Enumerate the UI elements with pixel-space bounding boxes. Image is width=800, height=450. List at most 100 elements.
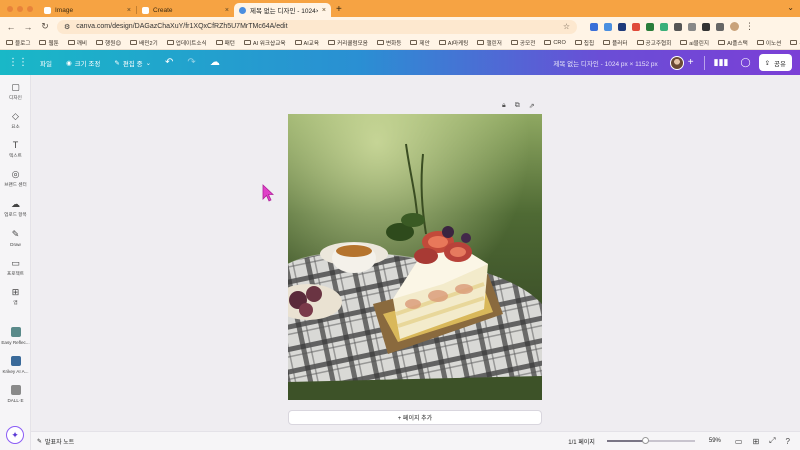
sidebar-item-design[interactable]: ▢ 디자인 bbox=[0, 83, 31, 101]
bookmark-item[interactable]: 제안 bbox=[410, 39, 430, 47]
bookmark-item[interactable]: 블로그 bbox=[6, 39, 30, 47]
canvas-area[interactable]: 🔒︎ ⧉ ⇗ + 페이지 추가 bbox=[32, 75, 800, 431]
bookmark-label: 배민2기 bbox=[139, 40, 158, 47]
undo-icon[interactable]: ↶ bbox=[165, 57, 173, 68]
zoom-slider[interactable] bbox=[606, 437, 695, 444]
duplicate-page-icon[interactable]: ⧉ bbox=[515, 102, 520, 110]
bookmark-item[interactable]: 플러터 bbox=[603, 39, 628, 47]
extensions-puzzle-icon[interactable] bbox=[716, 22, 724, 31]
bookmark-item[interactable]: AI플스택 bbox=[718, 39, 748, 47]
cloud-save-icon[interactable]: ☁ bbox=[210, 57, 220, 68]
help-icon[interactable]: ? bbox=[786, 437, 790, 446]
invite-plus-icon[interactable]: + bbox=[688, 57, 694, 68]
mouse-cursor-icon bbox=[262, 184, 274, 202]
share-upload-icon: ⇪ bbox=[764, 59, 771, 67]
design-icon: ▢ bbox=[11, 82, 20, 92]
collaborator-avatar[interactable] bbox=[669, 55, 684, 70]
sidebar-item-apps[interactable]: ⊞ 앱 bbox=[0, 288, 31, 306]
sidebar-item-upload[interactable]: ☁ 업로드 항목 bbox=[0, 200, 31, 218]
bookmark-item[interactable]: 변화등 bbox=[376, 39, 401, 47]
bookmark-item[interactable]: 업데이트소식 bbox=[166, 39, 207, 47]
extension-icon[interactable] bbox=[604, 22, 612, 31]
sidebar-item-dalle-app[interactable]: DALL·E bbox=[0, 385, 31, 403]
bookmark-item[interactable]: ai블린지 bbox=[680, 39, 709, 47]
new-tab-icon[interactable]: + bbox=[336, 4, 342, 15]
canva-menu-icon[interactable]: ⋮⋮ bbox=[8, 57, 28, 68]
share-button[interactable]: ⇪ 공유 bbox=[758, 54, 792, 71]
extension-icon[interactable] bbox=[660, 22, 668, 31]
magic-sparkle-icon[interactable]: ✦ bbox=[6, 426, 24, 444]
analytics-chart-icon[interactable]: ▮▮▮ bbox=[714, 57, 729, 68]
sidebar-item-elements[interactable]: ◇ 요소 bbox=[0, 112, 31, 130]
sidebar-item-text[interactable]: T 텍스트 bbox=[0, 141, 31, 159]
resize-button[interactable]: ◉ 크기 조정 bbox=[66, 58, 100, 68]
sidebar-item-label: DALL·E bbox=[7, 398, 24, 403]
bookmark-item[interactable]: 패턴 bbox=[215, 39, 235, 47]
file-menu-button[interactable]: 파일 bbox=[40, 58, 52, 68]
share-page-icon[interactable]: ⇗ bbox=[529, 102, 535, 110]
back-icon[interactable]: ← bbox=[6, 22, 16, 32]
page-view-icon[interactable]: ▭ bbox=[735, 437, 743, 446]
extension-icon[interactable] bbox=[702, 22, 710, 31]
add-page-button[interactable]: + 페이지 추가 bbox=[288, 410, 542, 425]
design-page[interactable] bbox=[288, 114, 542, 400]
grid-view-icon[interactable]: ⊞ bbox=[752, 437, 759, 446]
bookmark-item[interactable]: AI교육 bbox=[294, 39, 319, 47]
reload-icon[interactable]: ↻ bbox=[40, 21, 50, 32]
redo-icon[interactable]: ↷ bbox=[187, 57, 195, 68]
browser-tab-image[interactable]: Image × bbox=[39, 3, 136, 17]
comment-icon[interactable]: ◯ bbox=[741, 57, 751, 68]
browser-tab-canva[interactable]: 제목 없는 디자인 - 1024×1152px × bbox=[234, 3, 331, 17]
sidebar-item-draw[interactable]: ✎ Draw bbox=[0, 230, 31, 248]
folder-icon bbox=[544, 40, 552, 45]
bookmark-item[interactable]: 깨비 bbox=[67, 39, 87, 47]
bookmark-item[interactable]: 배민2기 bbox=[130, 39, 158, 47]
zoom-slider-knob[interactable] bbox=[641, 437, 649, 444]
document-title[interactable]: 제목 없는 디자인 - 1024 px × 1152 px bbox=[553, 58, 657, 68]
sidebar-item-brand[interactable]: ◎ 브랜드 센터 bbox=[0, 170, 31, 188]
bookmark-star-icon[interactable]: ☆ bbox=[563, 22, 570, 31]
cake-picnic-image[interactable] bbox=[288, 114, 542, 400]
browser-menu-icon[interactable]: ⋮ bbox=[745, 21, 754, 32]
sidebar-item-krikey-app[interactable]: Krikey AI A... bbox=[0, 356, 31, 374]
profile-avatar[interactable] bbox=[730, 22, 739, 31]
site-info-icon[interactable]: ⚙ bbox=[64, 23, 70, 31]
page-count[interactable]: 1/1 페이지 bbox=[568, 437, 595, 446]
extension-icon[interactable] bbox=[688, 22, 696, 31]
url-input[interactable]: ⚙ canva.com/design/DAGazChaXuY/fr1XQxCfR… bbox=[57, 19, 577, 34]
bookmark-item[interactable]: 커리큘럼모음 bbox=[328, 39, 368, 47]
tab-close-icon[interactable]: × bbox=[322, 7, 326, 14]
forward-icon[interactable]: → bbox=[23, 22, 33, 32]
bookmark-item[interactable]: 이노션 bbox=[756, 39, 781, 47]
bookmark-item[interactable]: 공고주협회 bbox=[636, 39, 671, 47]
bookmark-item[interactable]: 웹툰 bbox=[39, 39, 59, 47]
bookmark-item[interactable]: CRO bbox=[544, 40, 566, 46]
fullscreen-icon[interactable]: ⤢ bbox=[769, 436, 775, 446]
sidebar-item-projects[interactable]: ▭ 프로젝트 bbox=[0, 259, 31, 277]
extension-icon[interactable] bbox=[674, 22, 682, 31]
bookmark-item[interactable]: 우모 bbox=[790, 39, 800, 47]
bookmark-item[interactable]: 챌린저 bbox=[477, 39, 502, 47]
extension-icon[interactable] bbox=[646, 22, 654, 31]
tab-close-icon[interactable]: × bbox=[127, 7, 131, 14]
bookmark-item[interactable]: AI마케팅 bbox=[438, 39, 468, 47]
sidebar-item-label: 브랜드 센터 bbox=[4, 182, 27, 187]
bookmark-item[interactable]: 행원😊 bbox=[96, 39, 121, 47]
zoom-percentage[interactable]: 59% bbox=[709, 438, 721, 444]
edit-mode-button[interactable]: ✎ 편집 중 ⌄ bbox=[114, 58, 151, 68]
folder-icon bbox=[376, 40, 384, 45]
tab-close-icon[interactable]: × bbox=[225, 7, 229, 14]
bookmark-item[interactable]: 공모전 bbox=[510, 39, 535, 47]
bookmark-item[interactable]: 칩칩 bbox=[574, 39, 594, 47]
browser-tab-create[interactable]: Create × bbox=[137, 3, 234, 17]
window-controls[interactable] bbox=[7, 6, 33, 12]
folder-icon bbox=[328, 40, 336, 45]
extension-icon[interactable] bbox=[590, 22, 598, 31]
extension-icon[interactable] bbox=[632, 22, 640, 31]
extension-icon[interactable] bbox=[618, 22, 626, 31]
sidebar-item-easy-reflection-app[interactable]: Easy Reflec... bbox=[0, 327, 31, 345]
lock-icon[interactable]: 🔒︎ bbox=[502, 102, 506, 110]
bookmark-item[interactable]: AI 워크샵교육 bbox=[243, 39, 286, 47]
presenter-notes-button[interactable]: ✎ 발표자 노트 bbox=[37, 437, 74, 446]
tab-list-chevron-icon[interactable]: ⌄ bbox=[787, 3, 794, 12]
